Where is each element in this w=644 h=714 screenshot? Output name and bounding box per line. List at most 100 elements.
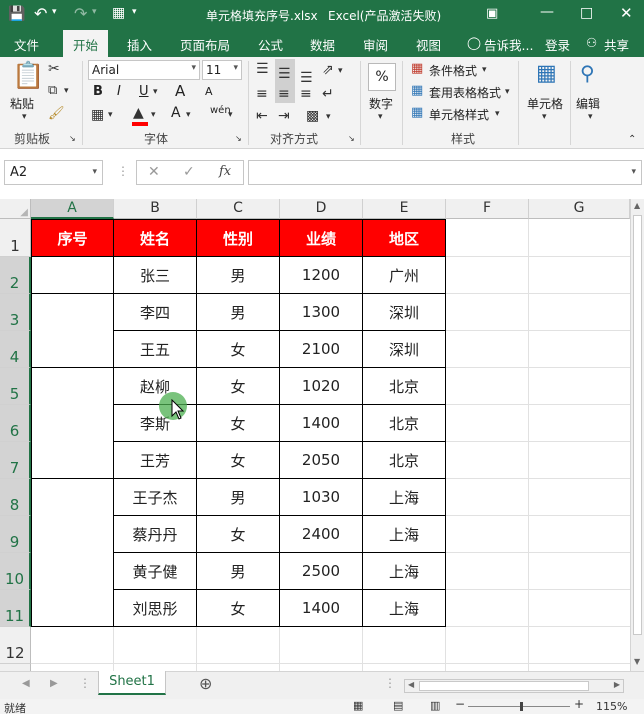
column-header-c[interactable]: C — [197, 199, 280, 219]
minimize-icon[interactable]: — — [540, 4, 554, 20]
enter-icon[interactable]: ✓ — [183, 164, 195, 180]
copy-dropdown-icon[interactable]: ▾ — [64, 87, 69, 96]
table-cell[interactable]: 2050 — [280, 442, 363, 479]
table-cell[interactable]: 上海 — [363, 553, 446, 590]
table-cell[interactable]: 黄子健 — [114, 553, 197, 590]
table-cell[interactable]: 1400 — [280, 405, 363, 442]
row-header-11[interactable]: 11 — [0, 590, 31, 627]
orientation-icon[interactable]: ⇗ — [322, 63, 334, 77]
vertical-scrollbar[interactable]: ▲ ▼ — [630, 199, 644, 671]
conditional-format-icon[interactable]: ▦ — [411, 62, 423, 75]
font-launcher-icon[interactable]: ↘ — [235, 135, 242, 143]
tab-home[interactable]: 开始 — [63, 30, 109, 57]
column-header-e[interactable]: E — [363, 199, 446, 219]
align-left-icon[interactable]: ≡ — [256, 87, 268, 101]
format-as-table-icon[interactable]: ▦ — [411, 84, 423, 97]
paste-button[interactable]: 粘贴 — [10, 95, 34, 112]
tab-formulas[interactable]: 公式 — [258, 35, 283, 54]
grow-font-button[interactable]: A — [175, 82, 185, 100]
table-cell[interactable]: 北京 — [363, 442, 446, 479]
formula-input[interactable]: ▾ — [248, 160, 642, 185]
cells-button[interactable]: 单元格 — [527, 95, 563, 112]
normal-view-icon[interactable]: ▦ — [353, 699, 363, 712]
align-center-icon[interactable]: ≡ — [278, 87, 290, 101]
header-cell-gender[interactable]: 性别 — [197, 219, 280, 257]
tell-me-box[interactable]: 告诉我... — [484, 35, 533, 54]
decrease-indent-icon[interactable]: ⇤ — [256, 109, 268, 123]
row-header-8[interactable]: 8 — [0, 479, 31, 516]
close-icon[interactable]: ✕ — [620, 4, 633, 22]
spreadsheet-grid[interactable]: ◢ A B C D E F G 1 2 3 4 5 6 7 8 9 10 11 … — [0, 199, 630, 671]
column-header-b[interactable]: B — [114, 199, 197, 219]
table-cell[interactable]: 女 — [197, 516, 280, 553]
underline-button[interactable]: U — [139, 84, 149, 99]
number-format-button[interactable]: 数字 — [369, 95, 393, 112]
scroll-right-icon[interactable]: ▶ — [614, 680, 620, 689]
alignment-launcher-icon[interactable]: ↘ — [348, 135, 355, 143]
table-cell[interactable]: 2400 — [280, 516, 363, 553]
hscroll-split-icon[interactable]: ⋮ — [384, 676, 396, 690]
zoom-out-icon[interactable]: − — [455, 697, 465, 711]
table-cell[interactable]: 1020 — [280, 368, 363, 405]
table-cell[interactable]: 女 — [197, 331, 280, 368]
align-top-icon[interactable]: ☰ — [256, 62, 269, 76]
clipboard-launcher-icon[interactable]: ↘ — [69, 135, 76, 143]
table-cell[interactable]: 蔡丹丹 — [114, 516, 197, 553]
percent-icon[interactable]: % — [368, 63, 396, 91]
table-cell[interactable]: 2100 — [280, 331, 363, 368]
conditional-format-button[interactable]: 条件格式 — [429, 62, 477, 79]
name-box[interactable]: A2 ▾ — [4, 160, 103, 185]
row-header-13[interactable] — [0, 664, 31, 671]
table-cell[interactable]: 上海 — [363, 479, 446, 516]
cancel-icon[interactable]: ✕ — [148, 164, 160, 180]
zoom-slider-thumb[interactable] — [520, 702, 523, 711]
wrap-text-icon[interactable]: ↵ — [322, 87, 334, 101]
editing-dropdown-icon[interactable]: ▾ — [588, 113, 593, 122]
table-cell[interactable]: 张三 — [114, 257, 197, 294]
border-icon[interactable]: ▦ — [91, 108, 104, 122]
column-header-g[interactable]: G — [529, 199, 630, 219]
undo-icon[interactable]: ↶ — [34, 4, 47, 23]
table-cell[interactable]: 王五 — [114, 331, 197, 368]
row-header-2[interactable]: 2 — [0, 257, 31, 294]
row-header-12[interactable]: 12 — [0, 627, 31, 664]
table-cell[interactable]: 1300 — [280, 294, 363, 331]
table-cell[interactable]: 李四 — [114, 294, 197, 331]
zoom-level[interactable]: 115% — [596, 700, 627, 713]
table-cell[interactable]: 男 — [197, 257, 280, 294]
table-cell[interactable]: 广州 — [363, 257, 446, 294]
table-cell[interactable]: 深圳 — [363, 294, 446, 331]
add-sheet-icon[interactable]: ⊕ — [199, 674, 212, 693]
align-right-icon[interactable]: ≡ — [300, 87, 312, 101]
save-icon[interactable]: 💾 — [8, 6, 25, 22]
shrink-font-button[interactable]: A — [205, 85, 213, 98]
cells-dropdown-icon[interactable]: ▾ — [542, 113, 547, 122]
paste-icon[interactable]: 📋 — [12, 63, 44, 89]
editing-button[interactable]: 编辑 — [576, 95, 600, 112]
italic-button[interactable]: I — [117, 84, 121, 99]
table-cell[interactable]: 上海 — [363, 590, 446, 627]
hscroll-thumb[interactable] — [419, 681, 589, 691]
cell-styles-button[interactable]: 单元格样式 — [429, 106, 489, 123]
header-cell-seq[interactable]: 序号 — [31, 219, 114, 257]
expand-formula-icon[interactable]: ▾ — [631, 167, 636, 177]
tab-insert[interactable]: 插入 — [127, 35, 152, 54]
column-header-f[interactable]: F — [446, 199, 529, 219]
font-color-dropdown-icon[interactable]: ▾ — [186, 111, 191, 120]
table-cell[interactable]: 深圳 — [363, 331, 446, 368]
table-cell[interactable]: 男 — [197, 294, 280, 331]
tab-view[interactable]: 视图 — [416, 35, 441, 54]
bold-button[interactable]: B — [93, 84, 103, 99]
table-cell[interactable]: 1400 — [280, 590, 363, 627]
scroll-left-icon[interactable]: ◀ — [408, 680, 414, 689]
copy-icon[interactable]: ⧉ — [48, 84, 57, 97]
table-cell[interactable]: 男 — [197, 553, 280, 590]
row-header-1[interactable]: 1 — [0, 219, 31, 257]
cells-icon[interactable]: ▦ — [536, 63, 557, 85]
merge-dropdown-icon[interactable]: ▾ — [326, 113, 331, 122]
share-button[interactable]: 共享 — [604, 35, 629, 54]
chevron-down-icon[interactable]: ▾ — [505, 88, 510, 97]
cell-styles-icon[interactable]: ▦ — [411, 106, 423, 119]
page-break-view-icon[interactable]: ▥ — [430, 699, 440, 712]
select-all-corner[interactable]: ◢ — [0, 199, 31, 219]
